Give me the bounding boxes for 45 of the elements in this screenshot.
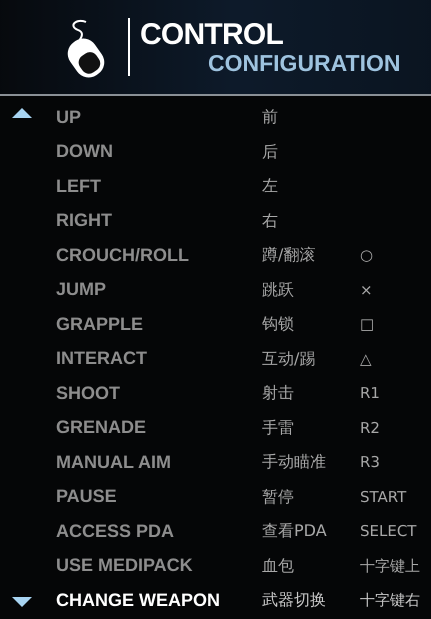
- action-label[interactable]: PAUSE: [56, 483, 262, 510]
- action-label[interactable]: JUMP: [56, 276, 262, 304]
- chinese-label: 暂停: [262, 486, 295, 508]
- button-binding: R3: [360, 452, 380, 473]
- chinese-label: 血包: [262, 554, 295, 577]
- menu-subtitle: CONFIGURATION: [208, 51, 401, 75]
- scroll-down-icon[interactable]: [12, 597, 32, 607]
- chinese-label: 蹲/翻滚: [262, 244, 316, 266]
- action-label[interactable]: SHOOT: [56, 380, 262, 407]
- chinese-label: 钩锁: [262, 313, 295, 336]
- menu-title: CONTROL: [140, 19, 284, 51]
- chinese-label: 左: [262, 175, 279, 198]
- chinese-label: 前: [262, 106, 279, 128]
- action-label[interactable]: UP: [56, 104, 262, 131]
- action-label[interactable]: INTERACT: [56, 345, 262, 372]
- chinese-label: 手动瞄准: [262, 451, 327, 474]
- button-binding: ×: [360, 280, 373, 300]
- chinese-label: 后: [262, 140, 279, 163]
- chinese-label: 武器切换: [262, 589, 327, 612]
- action-label[interactable]: ACCESS PDA: [56, 518, 262, 545]
- button-binding: 十字键右: [360, 590, 420, 611]
- action-label[interactable]: GRENADE: [56, 414, 262, 442]
- action-label[interactable]: USE MEDIPACK: [56, 552, 262, 580]
- chinese-label: 手雷: [262, 416, 295, 439]
- button-binding: □: [360, 314, 374, 335]
- button-binding: SELECT: [360, 521, 416, 542]
- button-binding: R2: [360, 418, 380, 438]
- action-label[interactable]: DOWN: [56, 138, 262, 166]
- scroll-up-icon[interactable]: [12, 108, 32, 118]
- action-label[interactable]: RIGHT: [56, 207, 262, 234]
- button-binding: START: [360, 486, 406, 508]
- button-binding: ○: [360, 245, 374, 266]
- chinese-label: 跳跃: [262, 278, 295, 301]
- button-binding: 十字键上: [360, 556, 420, 576]
- action-label[interactable]: GRAPPLE: [56, 310, 262, 338]
- action-label[interactable]: CHANGE WEAPON: [56, 586, 262, 614]
- chinese-label: 查看PDA: [262, 520, 328, 542]
- chinese-label: 右: [262, 210, 279, 232]
- chinese-label: 射击: [262, 382, 295, 404]
- chinese-label: 互动/踢: [262, 348, 316, 370]
- button-binding: △: [360, 348, 372, 370]
- action-label[interactable]: MANUAL AIM: [56, 448, 262, 476]
- button-binding: R1: [360, 383, 380, 404]
- action-label[interactable]: CROUCH/ROLL: [56, 242, 262, 269]
- action-label[interactable]: LEFT: [56, 172, 262, 200]
